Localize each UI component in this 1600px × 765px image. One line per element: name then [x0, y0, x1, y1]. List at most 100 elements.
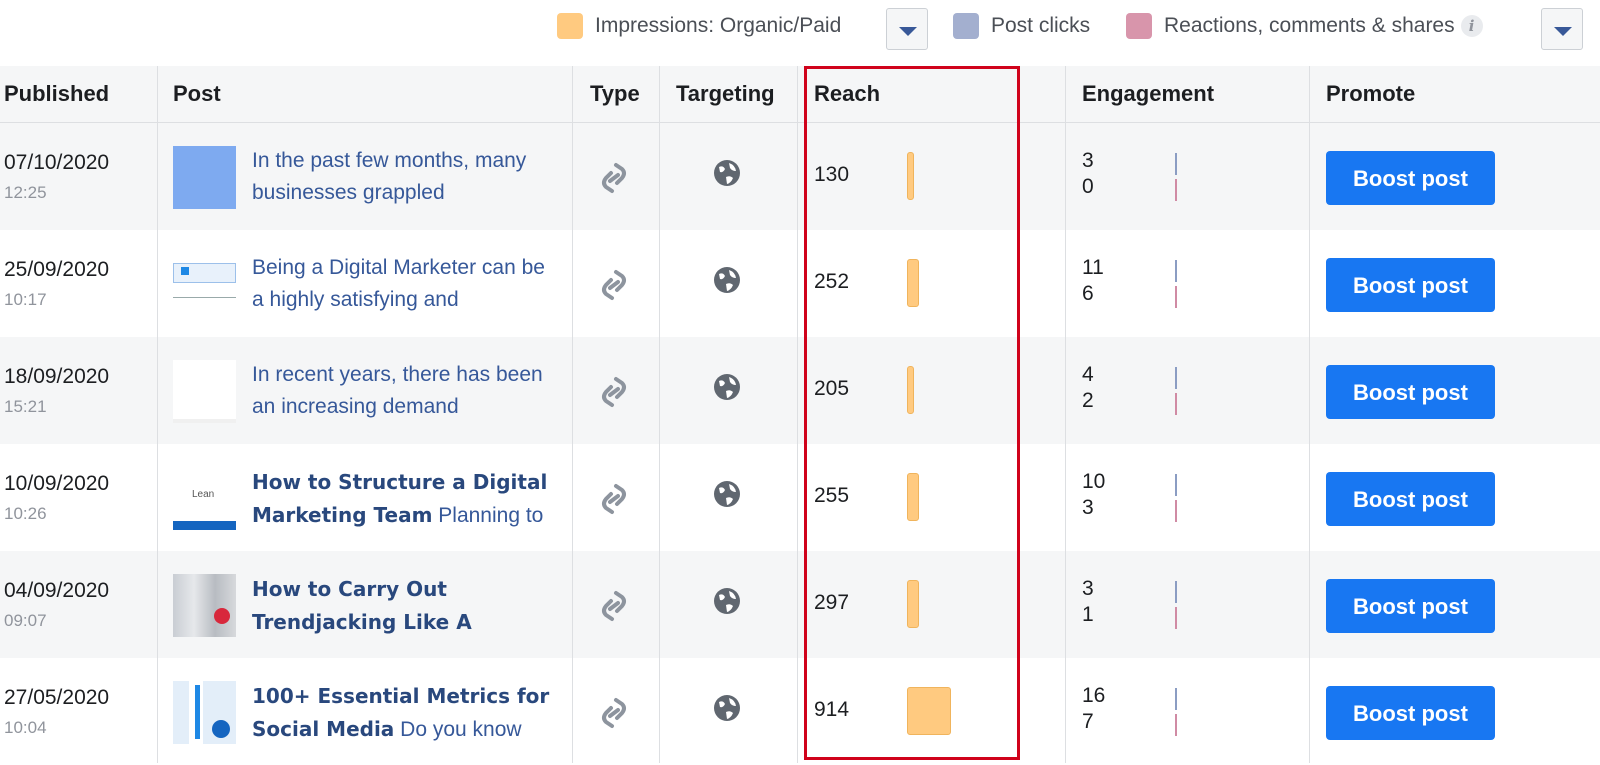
- col-engagement[interactable]: Engagement: [1082, 66, 1214, 122]
- post-clicks-swatch: [953, 13, 979, 39]
- reactions-dropdown-button[interactable]: [1541, 8, 1583, 50]
- reactions-value: 1: [1082, 603, 1094, 626]
- info-icon[interactable]: i: [1460, 15, 1483, 37]
- legend-post-clicks: Post clicks: [953, 10, 1090, 42]
- post-thumbnail[interactable]: [173, 574, 236, 637]
- post-thumbnail[interactable]: Lean: [173, 467, 236, 530]
- table-row: 10/09/2020 10:26 Lean How to Structure a Di…: [0, 444, 1600, 551]
- link-icon: [598, 587, 630, 625]
- post-excerpt[interactable]: In the past few months, many businesses …: [252, 149, 526, 204]
- post-clicks-bar: [1175, 153, 1177, 175]
- globe-icon: [713, 266, 741, 299]
- metrics-legend: Impressions: Organic/Paid Post clicks Re…: [0, 0, 1600, 67]
- post-clicks-value: 10: [1082, 470, 1106, 493]
- col-reach[interactable]: Reach: [814, 66, 880, 122]
- reach-bar: [907, 152, 914, 200]
- post-clicks-bar: [1175, 688, 1177, 710]
- reactions-value: 3: [1082, 496, 1094, 519]
- post-clicks-bar: [1175, 581, 1177, 603]
- impressions-swatch: [557, 13, 583, 39]
- post-link[interactable]: In the past few months, many businesses …: [252, 145, 562, 209]
- reach-bar: [907, 473, 919, 521]
- col-divider: [572, 66, 573, 763]
- link-icon: [598, 373, 630, 411]
- post-clicks-bar: [1175, 260, 1177, 282]
- table-row: 25/09/2020 10:17 Being a Digital Marketer …: [0, 230, 1600, 337]
- table-row: 07/10/2020 12:25 In the past few months, m…: [0, 123, 1600, 230]
- post-clicks-value: 16: [1082, 684, 1106, 707]
- boost-post-button[interactable]: Boost post: [1326, 579, 1495, 633]
- impressions-dropdown-button[interactable]: [886, 8, 928, 50]
- link-icon: [598, 480, 630, 518]
- published-date: 27/05/2020: [4, 686, 110, 709]
- reach-value: 252: [814, 270, 850, 293]
- post-clicks-bar: [1175, 474, 1177, 496]
- globe-icon: [713, 694, 741, 727]
- reactions-bar: [1175, 500, 1177, 522]
- table-row: 04/09/2020 09:07 How to Carry Out Trendjac…: [0, 551, 1600, 658]
- boost-post-button[interactable]: Boost post: [1326, 365, 1495, 419]
- table-row: 18/09/2020 15:21 In recent years, there ha…: [0, 337, 1600, 444]
- reach-value: 297: [814, 591, 850, 614]
- col-divider: [797, 66, 798, 763]
- table-body: 07/10/2020 12:25 In the past few months, m…: [0, 123, 1600, 765]
- published-date: 18/09/2020: [4, 365, 110, 388]
- globe-icon: [713, 480, 741, 513]
- col-divider: [157, 66, 158, 763]
- published-time: 10:04: [4, 718, 47, 737]
- post-link[interactable]: In recent years, there has been an incre…: [252, 359, 562, 423]
- col-divider: [1065, 66, 1066, 763]
- reactions-bar: [1175, 286, 1177, 308]
- post-thumbnail[interactable]: [173, 360, 236, 423]
- boost-post-button[interactable]: Boost post: [1326, 686, 1495, 740]
- posts-table: Published Post Type Targeting Reach Enga…: [0, 66, 1600, 765]
- post-link[interactable]: How to Structure a Digital Marketing Tea…: [252, 466, 562, 530]
- reach-bar: [907, 259, 919, 307]
- legend-impressions: Impressions: Organic/Paid: [557, 10, 841, 42]
- table-row: 27/05/2020 10:04 100+ Essential Metrics fo…: [0, 658, 1600, 765]
- post-link[interactable]: Being a Digital Marketer can be a highly…: [252, 252, 562, 316]
- col-targeting[interactable]: Targeting: [676, 66, 775, 122]
- published-time: 15:21: [4, 397, 47, 416]
- post-link[interactable]: 100+ Essential Metrics for Social Media …: [252, 680, 562, 744]
- published-date: 10/09/2020: [4, 472, 110, 495]
- reach-bar: [907, 366, 914, 414]
- post-clicks-value: 4: [1082, 363, 1094, 386]
- legend-reactions-label: Reactions, comments & shares: [1164, 14, 1455, 37]
- published-date: 07/10/2020: [4, 151, 110, 174]
- post-link[interactable]: How to Carry Out Trendjacking Like A Con…: [252, 573, 562, 637]
- boost-post-button[interactable]: Boost post: [1326, 472, 1495, 526]
- col-type[interactable]: Type: [590, 66, 640, 122]
- post-thumbnail[interactable]: [173, 681, 236, 744]
- published-time: 10:26: [4, 504, 47, 523]
- reactions-bar: [1175, 714, 1177, 736]
- reach-value: 130: [814, 163, 850, 186]
- post-excerpt[interactable]: Planning to: [438, 504, 543, 527]
- published-date: 04/09/2020: [4, 579, 110, 602]
- reach-value: 255: [814, 484, 850, 507]
- published-time: 09:07: [4, 611, 47, 630]
- reactions-value: 6: [1082, 282, 1094, 305]
- boost-post-button[interactable]: Boost post: [1326, 258, 1495, 312]
- post-clicks-bar: [1175, 367, 1177, 389]
- post-excerpt[interactable]: In recent years, there has been an incre…: [252, 363, 543, 418]
- published-time: 12:25: [4, 183, 47, 202]
- link-icon: [598, 159, 630, 197]
- post-thumbnail[interactable]: [173, 146, 236, 209]
- post-thumbnail[interactable]: [173, 253, 236, 316]
- col-published[interactable]: Published: [4, 66, 109, 122]
- link-icon: [598, 266, 630, 304]
- reactions-bar: [1175, 179, 1177, 201]
- boost-post-button[interactable]: Boost post: [1326, 151, 1495, 205]
- post-title[interactable]: How to Carry Out Trendjacking Like A Con…: [252, 577, 472, 637]
- col-post[interactable]: Post: [173, 66, 221, 122]
- legend-reactions: Reactions, comments & shares i: [1126, 10, 1483, 42]
- legend-post-clicks-label: Post clicks: [991, 14, 1091, 37]
- post-clicks-value: 11: [1082, 256, 1104, 279]
- col-divider: [659, 66, 660, 763]
- globe-icon: [713, 159, 741, 192]
- post-excerpt[interactable]: Do you know: [400, 718, 521, 741]
- col-promote[interactable]: Promote: [1326, 66, 1415, 122]
- reactions-value: 7: [1082, 710, 1094, 733]
- post-excerpt[interactable]: Being a Digital Marketer can be a highly…: [252, 256, 545, 311]
